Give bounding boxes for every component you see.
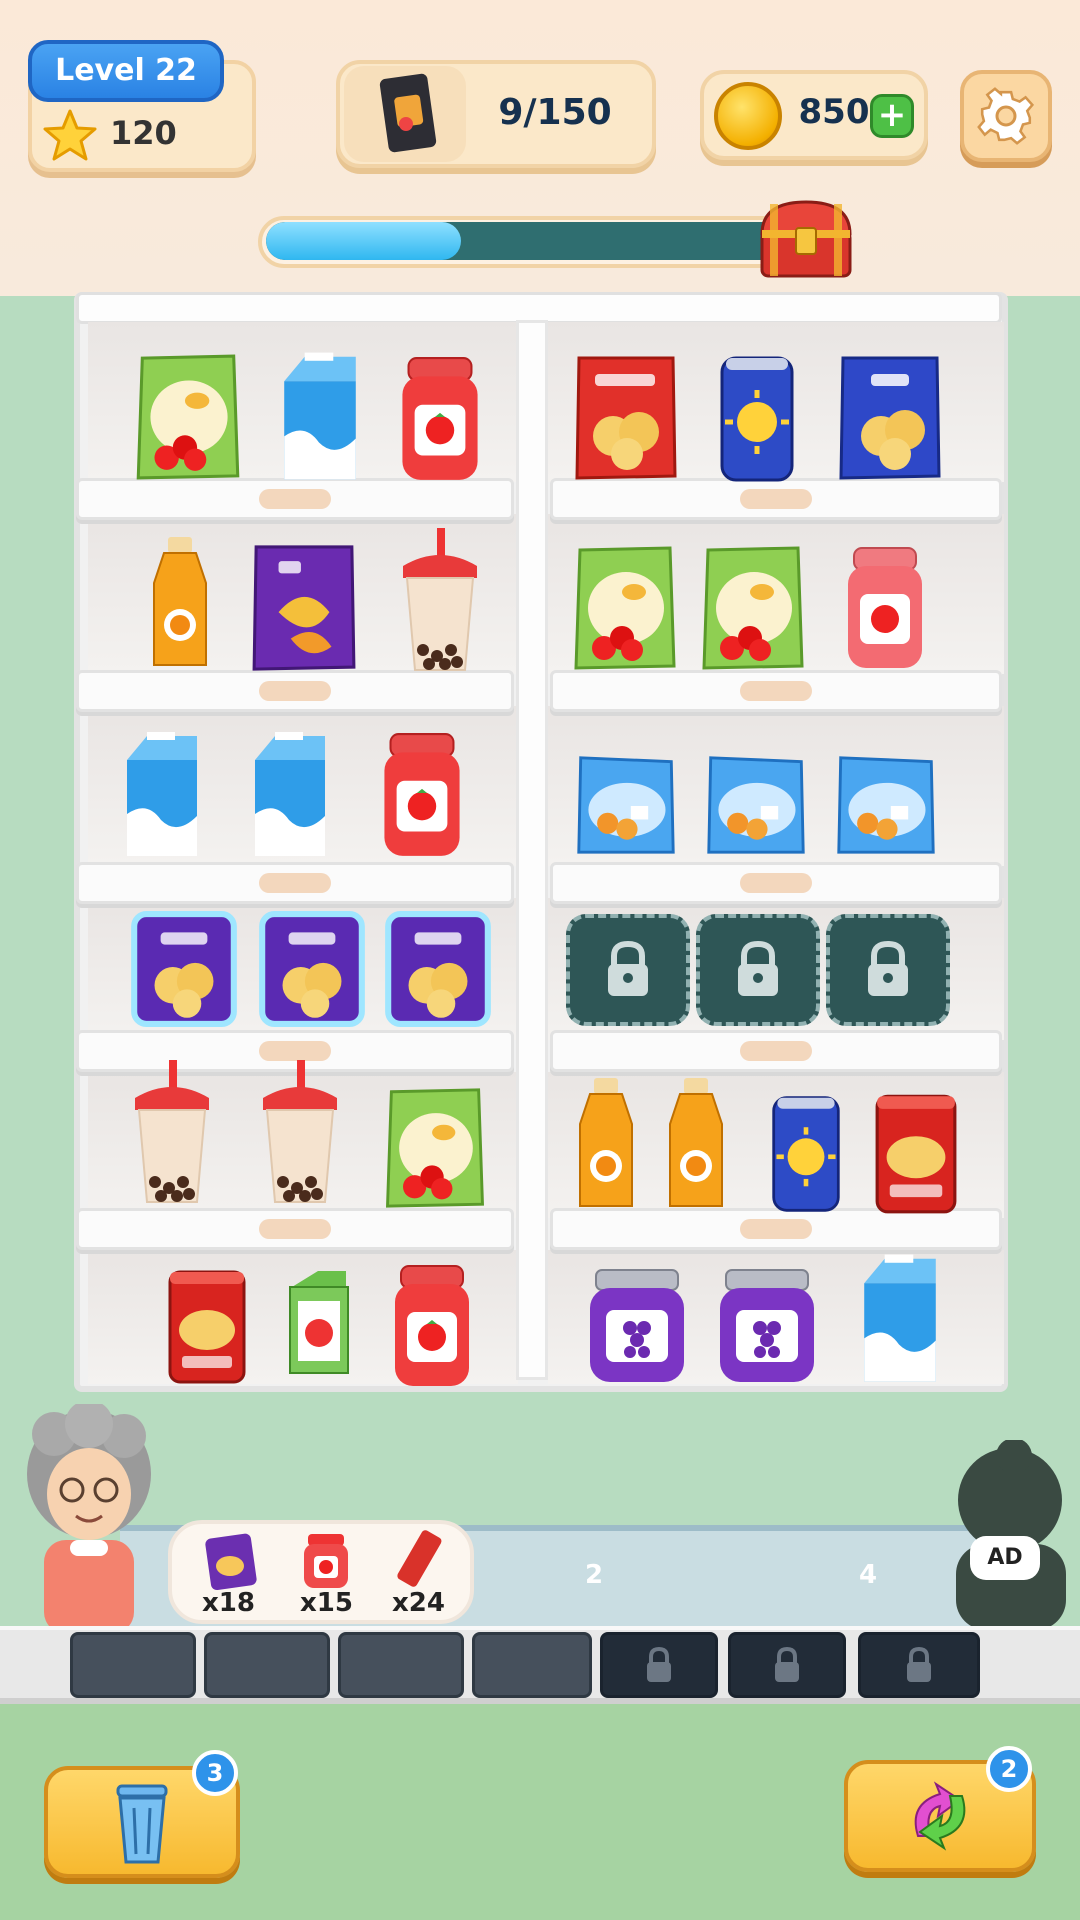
green-chips-bag-icon[interactable]: [380, 1084, 490, 1210]
purple-chips-icon: [205, 1533, 257, 1591]
lock-icon: [647, 1646, 671, 1682]
coin-icon: [714, 82, 782, 150]
lock-icon: [907, 1646, 931, 1682]
level-progress-fill: [266, 222, 462, 260]
shelf-tab: [259, 681, 331, 701]
level-progress-bar: [266, 222, 794, 260]
light-blue-chips-bag-icon[interactable]: [700, 752, 812, 858]
shuffle-count-badge: 2: [986, 1746, 1032, 1792]
bubble-tea-icon[interactable]: [394, 526, 486, 676]
strawberry-jam-icon[interactable]: [376, 730, 468, 862]
orange-juice-icon[interactable]: [140, 530, 220, 676]
strawberry-jam-icon[interactable]: [386, 1262, 478, 1392]
lock-icon: [868, 940, 908, 996]
shelf-tab: [259, 489, 331, 509]
locked-collection-slot[interactable]: [728, 1632, 846, 1698]
collection-slot[interactable]: [472, 1632, 592, 1698]
grandma-customer: [27, 1404, 151, 1634]
gear-icon: [977, 87, 1035, 145]
shelf-tab: [740, 873, 812, 893]
star-icon: [43, 109, 97, 161]
milk-carton-icon[interactable]: [274, 350, 366, 484]
violet-chips-bag-icon[interactable]: [382, 908, 494, 1030]
green-chips-bag-icon[interactable]: [132, 350, 244, 482]
shelf-tab: [259, 873, 331, 893]
collection-slot[interactable]: [70, 1632, 196, 1698]
locked-collection-slot[interactable]: [600, 1632, 718, 1698]
collection-slot[interactable]: [338, 1632, 464, 1698]
goal-item-thumb: [344, 66, 466, 162]
locked-shelf-slot[interactable]: [566, 914, 690, 1026]
settings-button[interactable]: [960, 70, 1052, 162]
star-count: 120: [110, 114, 177, 152]
trash-count-badge: 3: [192, 1750, 238, 1796]
orange-juice-icon[interactable]: [656, 1074, 736, 1214]
blue-chips-bag-icon[interactable]: [834, 352, 946, 482]
orange-juice-icon[interactable]: [566, 1074, 646, 1214]
locked-shelf-slot[interactable]: [826, 914, 950, 1026]
shelf-tab: [259, 1219, 331, 1239]
lock-icon: [738, 940, 778, 996]
milk-carton-icon[interactable]: [854, 1252, 946, 1386]
grape-jam-icon[interactable]: [712, 1266, 822, 1386]
candy-bar-icon: [397, 1530, 442, 1587]
treasure-chest-icon[interactable]: [756, 198, 856, 280]
bubble-tea-icon[interactable]: [254, 1058, 346, 1208]
milk-carton-icon[interactable]: [116, 730, 208, 860]
lock-icon: [775, 1646, 799, 1682]
shelf-tab: [740, 681, 812, 701]
queue-number: 4: [858, 1560, 878, 1590]
locked-shelf-slot[interactable]: [696, 914, 820, 1026]
apple-juice-box-icon[interactable]: [278, 1266, 358, 1378]
locked-collection-slot[interactable]: [858, 1632, 980, 1698]
soda-can-icon[interactable]: [712, 354, 802, 484]
order-count: x24: [392, 1588, 445, 1618]
shelf-tab: [740, 1219, 812, 1239]
strawberry-jam-icon[interactable]: [394, 354, 486, 486]
green-chips-bag-icon[interactable]: [570, 542, 680, 672]
cabinet-divider: [516, 320, 548, 1380]
queue-number: 2: [584, 1560, 604, 1590]
light-blue-chips-bag-icon[interactable]: [570, 752, 682, 858]
lock-icon: [608, 940, 648, 996]
light-blue-chips-bag-icon[interactable]: [830, 752, 942, 858]
shelf-tab: [740, 1041, 812, 1061]
add-coins-button[interactable]: +: [870, 94, 914, 138]
bubble-tea-icon[interactable]: [126, 1058, 218, 1208]
shadow-customer: [956, 1440, 1066, 1630]
strawberry-jam-icon[interactable]: [840, 544, 930, 674]
goal-progress: 9/150: [498, 92, 612, 133]
order-count: x18: [202, 1588, 255, 1618]
chips-bag-icon: [379, 73, 437, 153]
violet-chips-bag-icon[interactable]: [128, 908, 240, 1030]
shelf-tab: [740, 489, 812, 509]
coin-count: 850: [798, 92, 870, 132]
chips-tube-icon[interactable]: [162, 1266, 252, 1386]
violet-chips-bag-icon[interactable]: [256, 908, 368, 1030]
soda-can-icon[interactable]: [762, 1094, 850, 1214]
watch-ad-button[interactable]: AD: [970, 1536, 1040, 1580]
level-label: Level 22: [28, 40, 224, 102]
purple-chips-bag-icon[interactable]: [248, 540, 360, 674]
milk-carton-icon[interactable]: [244, 730, 336, 860]
green-chips-bag-icon[interactable]: [698, 542, 808, 672]
order-count: x15: [300, 1588, 353, 1618]
red-chips-bag-icon[interactable]: [570, 352, 682, 482]
collection-slot[interactable]: [204, 1632, 330, 1698]
jam-jar-icon: [304, 1534, 348, 1588]
chips-tube-icon[interactable]: [866, 1090, 966, 1216]
grape-jam-icon[interactable]: [582, 1266, 692, 1386]
